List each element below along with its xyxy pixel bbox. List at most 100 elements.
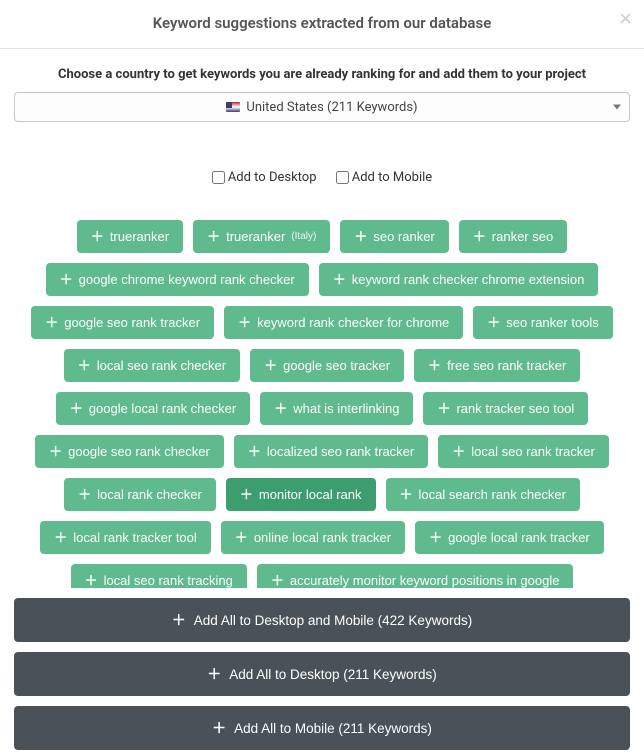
keyword-text: google seo tracker bbox=[283, 359, 390, 372]
keyword-text: monitor local rank bbox=[259, 488, 362, 501]
keyword-pill[interactable]: ＋ google local rank checker bbox=[56, 392, 250, 425]
keyword-text: google local rank checker bbox=[89, 402, 236, 415]
plus-icon: ＋ bbox=[473, 230, 486, 243]
keyword-pill[interactable]: ＋ rank tracker seo tool bbox=[423, 392, 588, 425]
footer-btn-label: Add All to Desktop and Mobile (422 Keywo… bbox=[194, 613, 472, 628]
keyword-text: local seo rank checker bbox=[97, 359, 226, 372]
keyword-pill[interactable]: ＋ google seo rank checker bbox=[35, 435, 224, 468]
keyword-text: accurately monitor keyword positions in … bbox=[290, 574, 560, 587]
plus-icon: ＋ bbox=[437, 402, 450, 415]
keyword-pill[interactable]: ＋ google seo rank tracker bbox=[31, 306, 214, 339]
keyword-pill[interactable]: ＋ seo ranker tools bbox=[473, 306, 613, 339]
modal-footer: ＋ Add All to Desktop and Mobile (422 Key… bbox=[0, 588, 644, 756]
keyword-text: google seo rank checker bbox=[68, 445, 210, 458]
country-select[interactable]: United States (211 Keywords) bbox=[14, 92, 630, 122]
plus-icon: ＋ bbox=[264, 359, 277, 372]
plus-icon: ＋ bbox=[452, 445, 465, 458]
keyword-text: free seo rank tracker bbox=[447, 359, 566, 372]
keyword-pill[interactable]: ＋ trueranker bbox=[77, 220, 183, 253]
keyword-pill[interactable]: ＋ local rank tracker tool bbox=[40, 521, 211, 554]
keyword-text: localized seo rank tracker bbox=[267, 445, 414, 458]
plus-icon: ＋ bbox=[212, 718, 226, 738]
country-label: United States (211 Keywords) bbox=[246, 100, 417, 115]
keyword-text: trueranker bbox=[110, 230, 169, 243]
keyword-text: local search rank checker bbox=[419, 488, 566, 501]
flag-us-icon bbox=[226, 102, 240, 112]
keyword-text: seo ranker tools bbox=[506, 316, 599, 329]
keyword-text: ranker seo bbox=[492, 230, 553, 243]
keyword-text: keyword rank checker chrome extension bbox=[352, 273, 585, 286]
plus-icon: ＋ bbox=[207, 664, 221, 684]
keyword-text: google seo rank tracker bbox=[64, 316, 200, 329]
keyword-pill[interactable]: ＋ ranker seo bbox=[459, 220, 567, 253]
add-all-desktop-button[interactable]: ＋ Add All to Desktop (211 Keywords) bbox=[14, 652, 630, 696]
plus-icon: ＋ bbox=[235, 531, 248, 544]
plus-icon: ＋ bbox=[45, 316, 58, 329]
keyword-text: local rank tracker tool bbox=[73, 531, 197, 544]
keyword-text: online local rank tracker bbox=[254, 531, 391, 544]
instruction-text: Choose a country to get keywords you are… bbox=[12, 67, 632, 82]
add-to-mobile-text: Add to Mobile bbox=[352, 170, 432, 185]
keyword-pill[interactable]: ＋keyword rank checker for chrome bbox=[224, 306, 463, 339]
plus-icon: ＋ bbox=[271, 574, 284, 587]
add-to-desktop-checkbox[interactable] bbox=[212, 171, 225, 184]
add-to-mobile-checkbox[interactable] bbox=[336, 171, 349, 184]
modal-title: Keyword suggestions extracted from our d… bbox=[10, 14, 634, 32]
keyword-pill[interactable]: ＋ online local rank tracker bbox=[221, 521, 405, 554]
keyword-pill[interactable]: ＋ google local rank tracker bbox=[415, 521, 604, 554]
checkbox-row: Add to Desktop Add to Mobile bbox=[12, 170, 632, 188]
keyword-text: what is interlinking bbox=[293, 402, 399, 415]
plus-icon: ＋ bbox=[78, 488, 91, 501]
keyword-text: rank tracker seo tool bbox=[456, 402, 574, 415]
keyword-text: seo ranker bbox=[373, 230, 434, 243]
add-all-mobile-button[interactable]: ＋ Add All to Mobile (211 Keywords) bbox=[14, 706, 630, 750]
keyword-pill[interactable]: ＋ google chrome keyword rank checker bbox=[46, 263, 309, 296]
keyword-text: google chrome keyword rank checker bbox=[79, 273, 295, 286]
plus-icon: ＋ bbox=[207, 230, 220, 243]
plus-icon: ＋ bbox=[240, 488, 253, 501]
chevron-down-icon bbox=[613, 105, 621, 110]
keyword-pill[interactable]: ＋ free seo rank tracker bbox=[414, 349, 580, 382]
plus-icon: ＋ bbox=[274, 402, 287, 415]
plus-icon: ＋ bbox=[60, 273, 73, 286]
keyword-pill[interactable]: ＋ local seo rank checker bbox=[64, 349, 240, 382]
keyword-pill[interactable]: ＋ trueranker (Italy) bbox=[193, 220, 330, 253]
modal-body: Choose a country to get keywords you are… bbox=[0, 49, 644, 650]
plus-icon: ＋ bbox=[70, 402, 83, 415]
keyword-text: keyword rank checker for chrome bbox=[257, 316, 449, 329]
plus-icon: ＋ bbox=[428, 359, 441, 372]
keyword-pill[interactable]: ＋ google seo tracker bbox=[250, 349, 404, 382]
plus-icon: ＋ bbox=[78, 359, 91, 372]
add-to-mobile-label[interactable]: Add to Mobile bbox=[336, 170, 432, 185]
add-to-desktop-label[interactable]: Add to Desktop bbox=[212, 170, 317, 185]
keyword-pill[interactable]: ＋ local seo rank tracker bbox=[438, 435, 609, 468]
footer-btn-label: Add All to Desktop (211 Keywords) bbox=[229, 667, 437, 682]
plus-icon: ＋ bbox=[333, 273, 346, 286]
close-button[interactable]: × bbox=[619, 8, 632, 30]
keyword-pill[interactable]: ＋ keyword rank checker chrome extension bbox=[319, 263, 599, 296]
add-all-desktop-mobile-button[interactable]: ＋ Add All to Desktop and Mobile (422 Key… bbox=[14, 598, 630, 642]
plus-icon: ＋ bbox=[400, 488, 413, 501]
keyword-text: trueranker bbox=[226, 230, 285, 243]
plus-icon: ＋ bbox=[429, 531, 442, 544]
plus-icon: ＋ bbox=[54, 531, 67, 544]
keyword-text: local seo rank tracking bbox=[104, 574, 233, 587]
plus-icon: ＋ bbox=[49, 445, 62, 458]
keyword-text: local seo rank tracker bbox=[471, 445, 595, 458]
plus-icon: ＋ bbox=[248, 445, 261, 458]
add-to-desktop-text: Add to Desktop bbox=[228, 170, 317, 185]
keyword-text: google local rank tracker bbox=[448, 531, 590, 544]
keyword-pill-area: ＋ trueranker ＋ trueranker (Italy) ＋ seo ranker… bbox=[12, 220, 632, 640]
keyword-pill[interactable]: ＋ local rank checker bbox=[64, 478, 216, 511]
keyword-pill[interactable]: ＋ local search rank checker bbox=[386, 478, 580, 511]
plus-icon: ＋ bbox=[91, 230, 104, 243]
plus-icon: ＋ bbox=[354, 230, 367, 243]
keyword-subtext: (Italy) bbox=[291, 232, 316, 242]
plus-icon: ＋ bbox=[172, 610, 186, 630]
keyword-pill[interactable]: ＋ localized seo rank tracker bbox=[234, 435, 428, 468]
keyword-pill[interactable]: ＋ monitor local rank bbox=[226, 478, 376, 511]
plus-icon: ＋ bbox=[487, 316, 500, 329]
keyword-text: local rank checker bbox=[97, 488, 202, 501]
keyword-pill[interactable]: ＋ seo ranker bbox=[340, 220, 448, 253]
keyword-pill[interactable]: ＋ what is interlinking bbox=[260, 392, 413, 425]
